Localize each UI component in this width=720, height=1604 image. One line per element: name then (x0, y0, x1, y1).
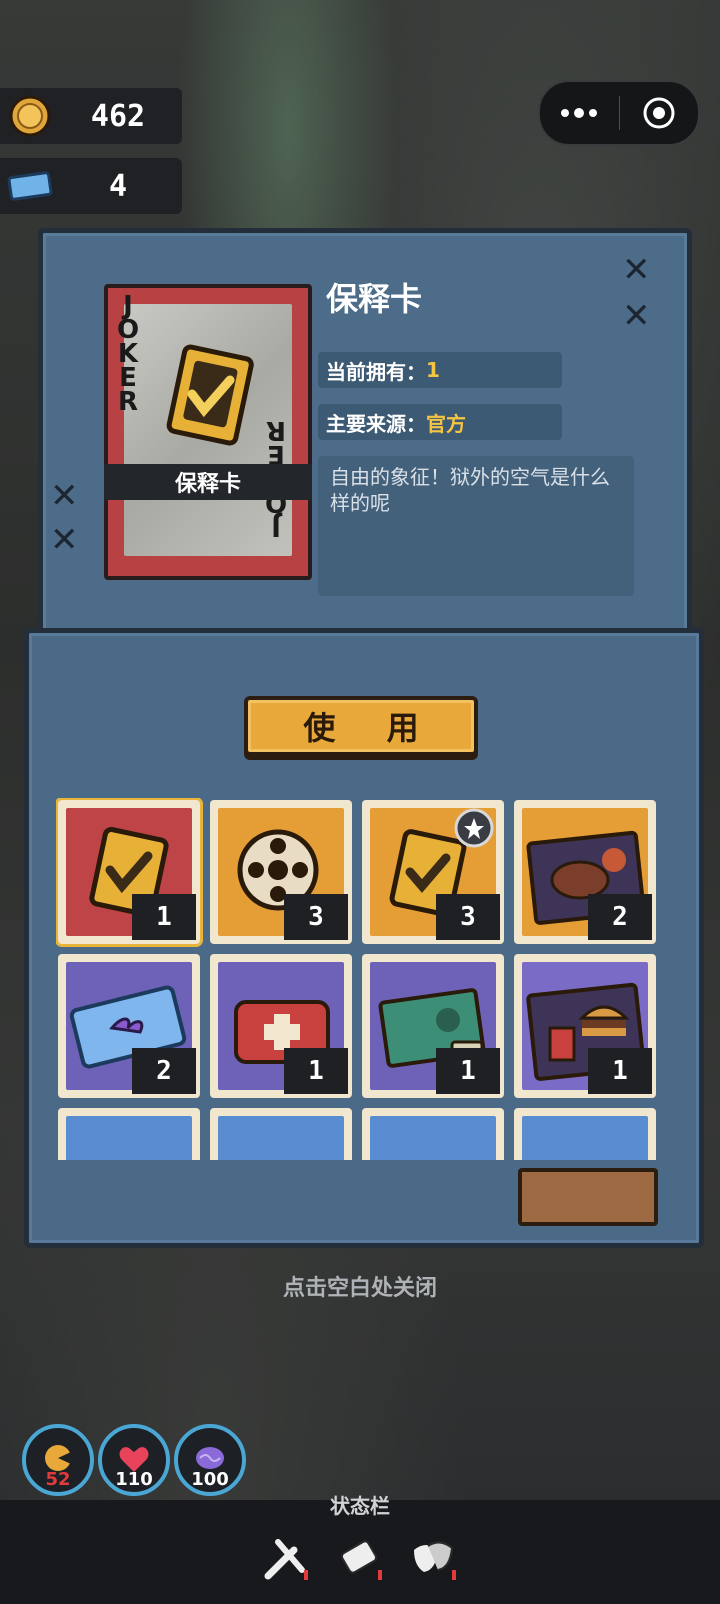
item-icon (218, 1116, 344, 1160)
inventory-slot[interactable]: 3 (362, 800, 504, 944)
coin-value: 462 (90, 98, 146, 134)
miniprogram-capsule (538, 80, 700, 146)
source-label: 主要来源： (326, 411, 426, 436)
item-count: 1 (132, 894, 196, 940)
more-dots-icon[interactable] (540, 82, 619, 144)
inventory-slot[interactable] (362, 1108, 504, 1160)
bail-card-icon (166, 344, 254, 446)
tools-icon[interactable] (256, 1530, 316, 1586)
item-count: 2 (588, 894, 652, 940)
item-count: 2 (132, 1048, 196, 1094)
item-icon (522, 1116, 648, 1160)
scratch-mark-icon: ✕ (50, 520, 79, 560)
inventory-slot[interactable] (210, 1108, 352, 1160)
coin-counter: 462 (0, 88, 182, 144)
item-name: 保释卡 (326, 280, 423, 318)
ticket-icon (6, 166, 54, 206)
coin-icon (6, 95, 54, 137)
use-button[interactable]: 使 用 (244, 696, 478, 756)
inventory-slot[interactable] (58, 1108, 200, 1160)
inventory-slot[interactable]: 1 (210, 954, 352, 1098)
inventory-slot[interactable]: 3 (210, 800, 352, 944)
health-value: 110 (115, 1469, 153, 1490)
item-card: JOKER JOKER 保释卡 (104, 284, 312, 580)
owned-value: 1 (426, 358, 440, 382)
source-value: 官方 (426, 411, 466, 436)
scratch-mark-icon: ✕ (50, 476, 79, 516)
inventory-slot[interactable]: 1 (514, 954, 656, 1098)
status-bar: 状态栏 (0, 1494, 720, 1604)
sanity-value: 100 (191, 1469, 229, 1490)
card-title: 保释卡 (104, 464, 312, 500)
scratch-mark-icon: ✕ (622, 296, 651, 336)
item-icon (370, 1116, 496, 1160)
wood-plank-decoration (518, 1168, 658, 1226)
scratch-mark-icon: ✕ (622, 250, 651, 290)
item-description: 自由的象征！狱外的空气是什么样的呢 (318, 456, 634, 596)
inventory-slot[interactable]: 2 (514, 800, 656, 944)
inventory-slot[interactable]: 2 (58, 954, 200, 1098)
source-row: 主要来源： 官方 (318, 404, 562, 440)
joker-text: JOKER (116, 291, 140, 417)
mask-icon[interactable] (404, 1530, 464, 1586)
inventory-slot[interactable] (514, 1108, 656, 1160)
status-bar-label: 状态栏 (330, 1494, 390, 1518)
sanity-stat[interactable]: 100 (174, 1424, 246, 1496)
item-count: 3 (284, 894, 348, 940)
hunger-stat[interactable]: 52 (22, 1424, 94, 1496)
ticket-counter: 4 (0, 158, 182, 214)
health-stat[interactable]: 110 (98, 1424, 170, 1496)
owned-label: 当前拥有： (326, 359, 426, 384)
item-count: 1 (284, 1048, 348, 1094)
item-count: 3 (436, 894, 500, 940)
close-hint: 点击空白处关闭 (282, 1276, 437, 1301)
hunger-value: 52 (45, 1469, 71, 1490)
owned-row: 当前拥有： 1 (318, 352, 562, 388)
item-count: 1 (436, 1048, 500, 1094)
inventory-grid: 1 3 3 2 2 1 1 1 (56, 798, 666, 1160)
inventory-slot[interactable]: 1 (58, 800, 200, 944)
inventory-slot[interactable]: 1 (362, 954, 504, 1098)
item-count: 1 (588, 1048, 652, 1094)
item-icon (66, 1116, 192, 1160)
ticket-value: 4 (108, 168, 128, 204)
target-icon[interactable] (620, 82, 699, 144)
bandage-icon[interactable] (330, 1530, 390, 1586)
